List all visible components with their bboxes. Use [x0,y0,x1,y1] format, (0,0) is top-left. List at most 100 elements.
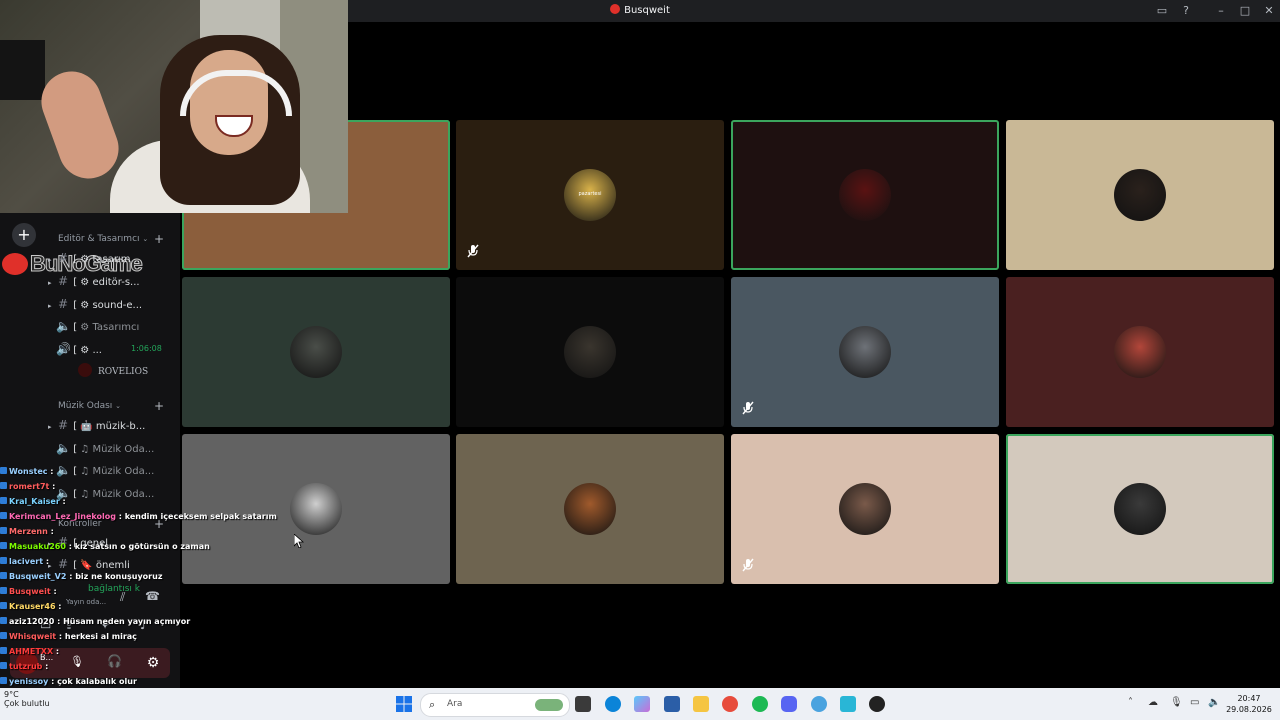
video-tile[interactable] [731,120,999,270]
chat-message: aziz12020 : Hüsam neden yayın açmıyor [0,614,300,629]
window-title-text: Busqweit [624,5,670,16]
video-tile[interactable] [456,277,724,427]
avatar [1114,483,1166,535]
weather-widget[interactable]: 9°C Çok bulutlu [4,690,50,708]
edge-icon[interactable] [605,696,621,712]
chat-message: Busqweit : [0,584,300,599]
hashtag-icon: # [57,418,69,432]
channel-prefix: [ [73,345,78,356]
add-server-icon[interactable]: + [12,223,36,247]
caret-icon: ▸ [48,423,52,431]
webcam-bg-tv [0,40,45,100]
chat-message: Busqweit_V2 : biz ne konuşuyoruz [0,569,300,584]
chevron-down-icon: ⌄ [115,402,122,410]
bot-icon: 🤖 [80,421,93,432]
avatar [1114,169,1166,221]
channel-prefix: [ [73,444,78,455]
add-channel-icon[interactable]: + [154,232,164,246]
copilot-icon[interactable] [634,696,650,712]
app-icon[interactable] [811,696,827,712]
windows-start-icon[interactable] [396,696,412,712]
chat-username: Wonstec [9,467,48,476]
spotify-icon[interactable] [752,696,768,712]
video-tile[interactable]: pazartesi [456,120,724,270]
app-icon[interactable] [840,696,856,712]
chat-message: lacivert : [0,554,300,569]
store-icon[interactable] [664,696,680,712]
channel-label: Tasarımcı [92,322,140,333]
inbox-icon[interactable]: ▭ [1155,4,1169,18]
voice-channel-item[interactable]: 🔈 [ ⚙ Tasarımcı [48,316,176,336]
avatar-label: pazartesi [578,191,602,197]
cloud-icon[interactable]: ☁ [1148,697,1158,708]
chat-separator: : [65,542,75,551]
channel-item[interactable]: ▸ # [ ⚙ sound-e... [48,294,176,314]
chat-separator: : [50,587,57,596]
chevron-up-icon[interactable]: ˄ [1128,697,1133,708]
chat-text: Hüsam neden yayın açmıyor [63,617,191,626]
clock-date: 29.08.2026 [1226,705,1272,714]
video-tile[interactable] [456,434,724,584]
maximize-button[interactable]: □ [1238,4,1252,18]
webcam-overlay [0,0,348,213]
channel-item[interactable]: ▸ # [ ⚙ tasarım... [48,248,176,268]
badge-icon [0,572,7,579]
badge-icon [0,542,7,549]
mic-muted-icon [741,401,759,419]
video-tile[interactable] [1006,120,1274,270]
category-music[interactable]: Müzik Odası ⌄ + [58,399,164,413]
channel-item[interactable]: ▸ # [ 🤖 müzik-b... [48,415,176,435]
close-button[interactable]: ✕ [1262,4,1276,18]
chat-username: aziz12020 [9,617,55,626]
avatar [839,483,891,535]
file-explorer-icon[interactable] [693,696,709,712]
display-icon[interactable]: ▭ [1190,697,1199,708]
chat-separator: : [47,527,54,536]
microphone-tray-icon[interactable]: 🎙 [1170,697,1183,708]
task-view-icon[interactable] [575,696,591,712]
chrome-icon[interactable] [722,696,738,712]
channel-prefix: [ [73,322,78,333]
volume-icon[interactable]: 🔈 [1208,697,1220,708]
gear-icon: ⚙ [80,300,90,311]
channel-item[interactable]: ▸ # [ ⚙ editör-s... [48,271,176,291]
video-tile[interactable] [1006,434,1274,584]
avatar [564,483,616,535]
chat-separator: : [56,632,65,641]
voice-channel-active[interactable]: 🔊 [ ⚙ ... 1:06:08 [48,339,176,359]
chat-separator: : [42,662,49,671]
video-tile[interactable] [1006,277,1274,427]
taskbar-search[interactable]: ⌕ Ara [420,693,570,717]
discord-icon[interactable] [781,696,797,712]
caret-icon: ▸ [48,256,52,264]
obs-icon[interactable] [869,696,885,712]
taskbar-clock[interactable]: 20:47 29.08.2026 [1224,693,1274,715]
taskbar: 9°C Çok bulutlu ⌕ Ara ˄ ☁ 🎙 ▭ 🔈 20:47 29… [0,688,1280,720]
chat-username: tutzrub [9,662,43,671]
clock-time: 20:47 [1237,694,1261,703]
add-channel-icon[interactable]: + [154,399,164,413]
channel-label: sound-e... [92,300,143,311]
speaker-icon: 🔈 [56,441,71,455]
minimize-button[interactable]: – [1214,4,1228,18]
hashtag-icon: # [57,274,69,288]
badge-icon [0,497,7,504]
badge-icon [0,482,7,489]
channel-label: tasarım... [92,254,140,265]
chat-message: Wonstec : [0,464,300,479]
video-tile[interactable] [731,277,999,427]
voice-channel-item[interactable]: 🔈 [ ♫ Müzik Oda... [48,438,176,458]
category-editor[interactable]: Editör & Tasarımcı ⌄ + [58,232,164,246]
help-icon[interactable]: ? [1179,4,1193,18]
chat-username: Kerimcan_Lez_Jinekolog [9,512,116,521]
chat-separator: : [47,467,54,476]
video-tile[interactable] [731,434,999,584]
voice-user[interactable]: ROVELIOS [78,363,148,377]
chat-separator: : [53,647,60,656]
chat-username: lacivert [9,557,44,566]
video-tile[interactable] [182,277,450,427]
chat-username: Busqweit_V2 [9,572,67,581]
chat-username: yenissoy [9,677,49,686]
chat-text: herkesi al miraç [64,632,137,641]
chat-text: çok kalabalık olur [57,677,137,686]
